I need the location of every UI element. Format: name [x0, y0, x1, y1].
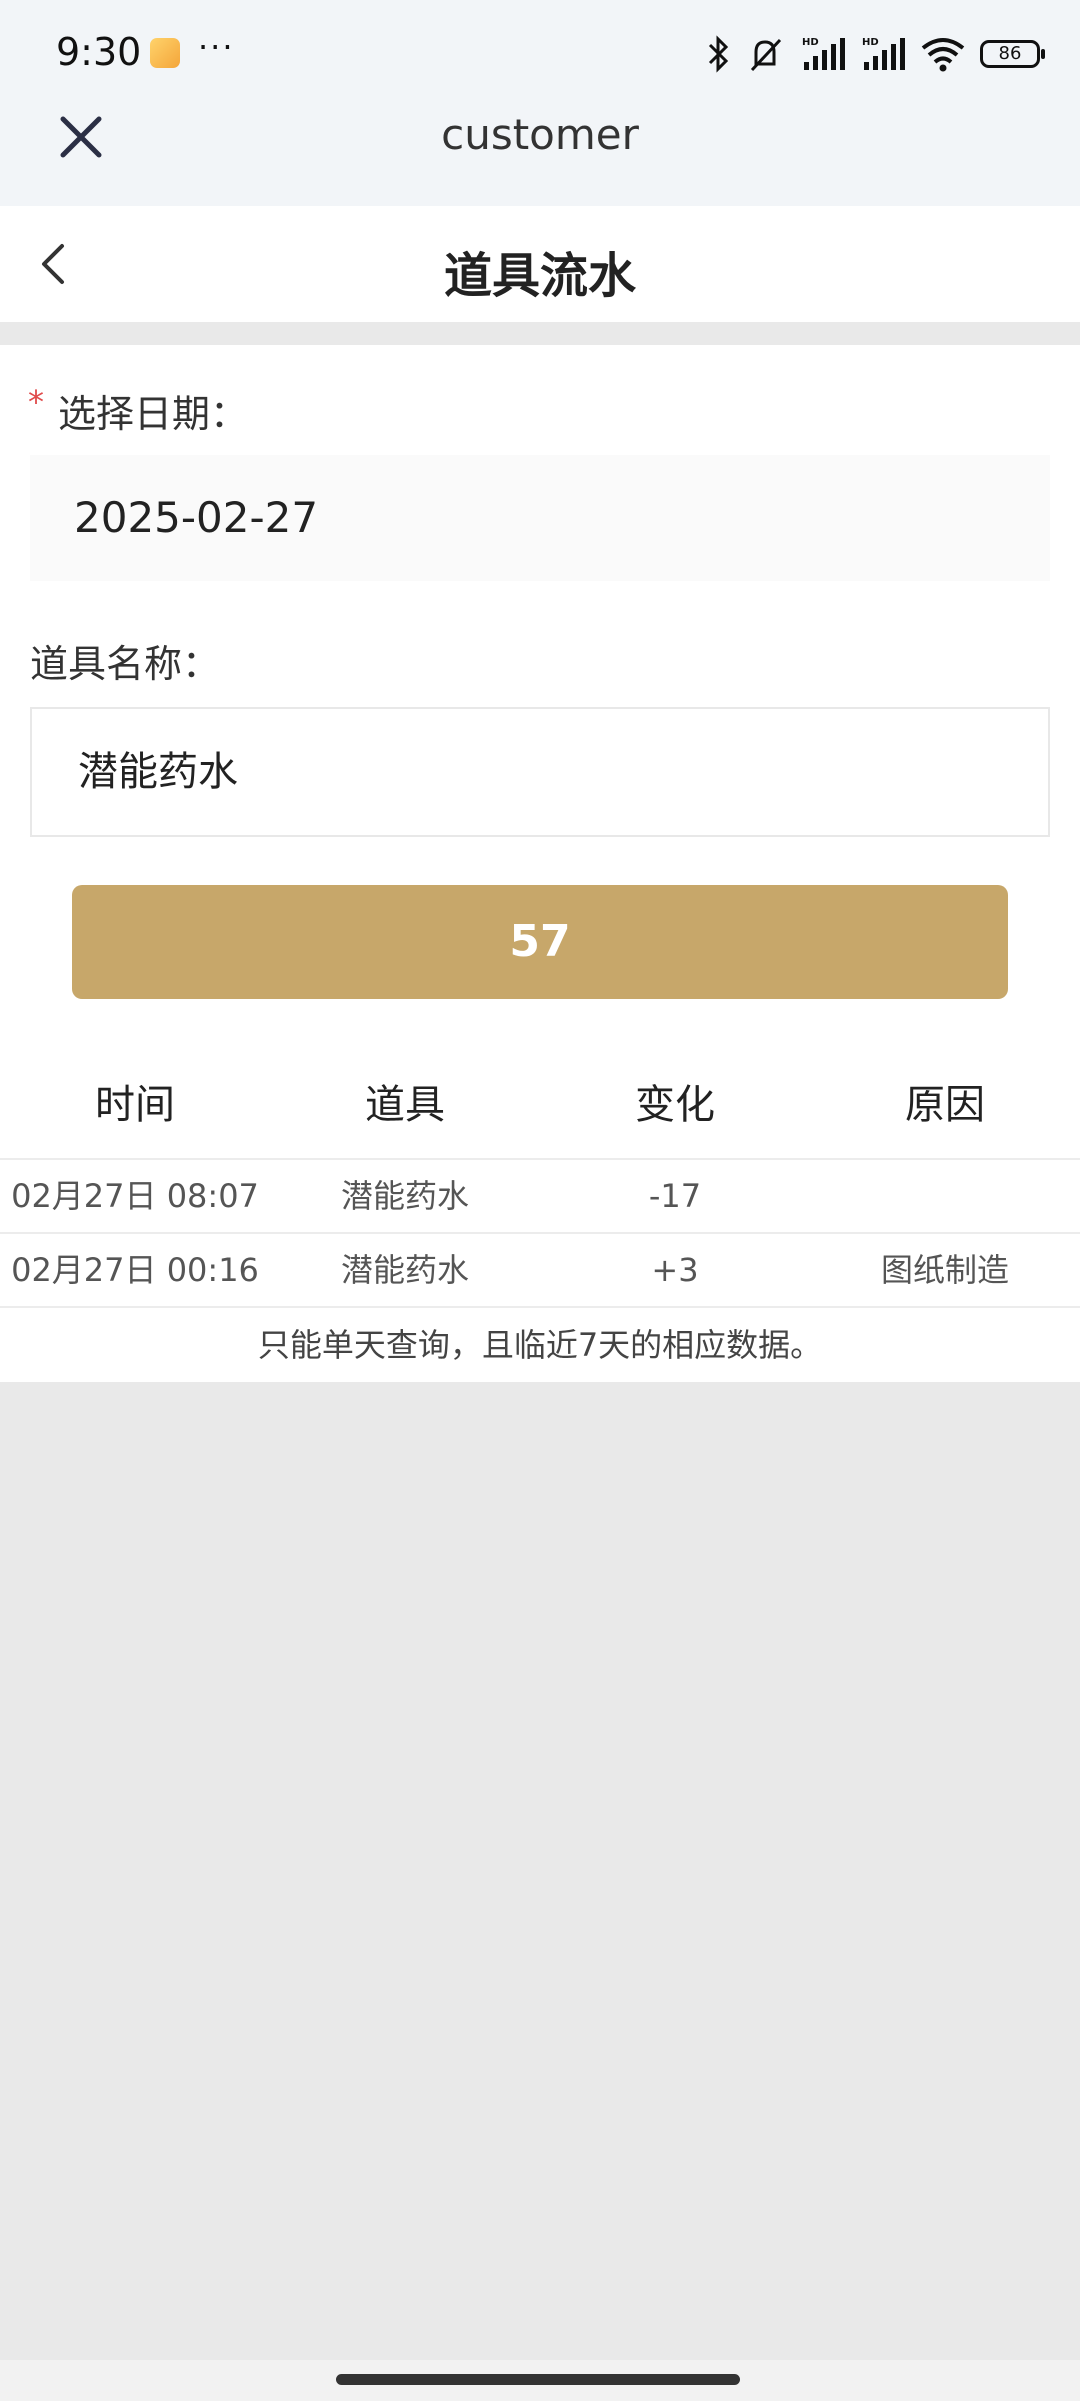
- column-header-change: 变化: [635, 1082, 715, 1128]
- signal-1-icon: HD: [802, 37, 845, 70]
- svg-text:HD: HD: [802, 37, 819, 48]
- table-header: 时间 道具 变化 原因: [0, 1060, 1080, 1160]
- cell-item: 潜能药水: [340, 1251, 469, 1289]
- notes-app-icon: [150, 38, 180, 68]
- cell-change: -17: [648, 1177, 702, 1215]
- table-row: 02月27日 00:16 潜能药水 +3 图纸制造: [0, 1234, 1080, 1308]
- cell-time: 02月27日 08:07: [11, 1177, 259, 1215]
- bluetooth-icon: [708, 35, 729, 73]
- column-header-item: 道具: [365, 1082, 445, 1128]
- signal-2-icon: HD: [862, 37, 905, 70]
- cell-reason: 图纸制造: [880, 1251, 1009, 1289]
- item-name-label: 道具名称：: [30, 642, 221, 686]
- wifi-icon: [921, 38, 965, 72]
- query-button[interactable]: 57: [72, 885, 1008, 999]
- more-notifications-icon: ···: [198, 28, 235, 66]
- column-header-time: 时间: [95, 1082, 175, 1128]
- cell-item: 潜能药水: [340, 1177, 469, 1215]
- required-marker: *: [28, 383, 44, 421]
- top-chrome: 9:30 ··· HD HD 86 customer: [0, 0, 1080, 206]
- page-header: 道具流水: [0, 206, 1080, 322]
- status-icons: HD HD 86: [706, 32, 1045, 76]
- cell-time: 02月27日 00:16: [11, 1251, 259, 1289]
- table-row: 02月27日 08:07 潜能药水 -17: [0, 1160, 1080, 1234]
- date-label: * 选择日期：: [28, 383, 248, 438]
- home-indicator[interactable]: [336, 2374, 740, 2385]
- status-time: 9:30: [56, 30, 142, 74]
- query-panel: * 选择日期： 2025-02-27 道具名称： 潜能药水 57 时间 道具 变化…: [0, 345, 1080, 1382]
- item-name-field[interactable]: 潜能药水: [30, 707, 1050, 837]
- battery-icon: 86: [980, 40, 1045, 68]
- column-header-reason: 原因: [905, 1082, 985, 1128]
- page-title: 道具流水: [443, 248, 636, 304]
- date-picker-field[interactable]: 2025-02-27: [30, 455, 1050, 581]
- mute-icon: [750, 38, 782, 72]
- app-bar-title: customer: [441, 110, 639, 159]
- cell-reason: [810, 1160, 1080, 1232]
- query-note: 只能单天查询，且临近7天的相应数据。: [257, 1326, 823, 1364]
- svg-text:HD: HD: [862, 37, 879, 48]
- cell-change: +3: [651, 1251, 699, 1289]
- app-bar: customer: [0, 100, 1080, 206]
- date-label-text: 选择日期：: [58, 392, 249, 436]
- status-bar: 9:30 ··· HD HD 86: [0, 0, 1080, 100]
